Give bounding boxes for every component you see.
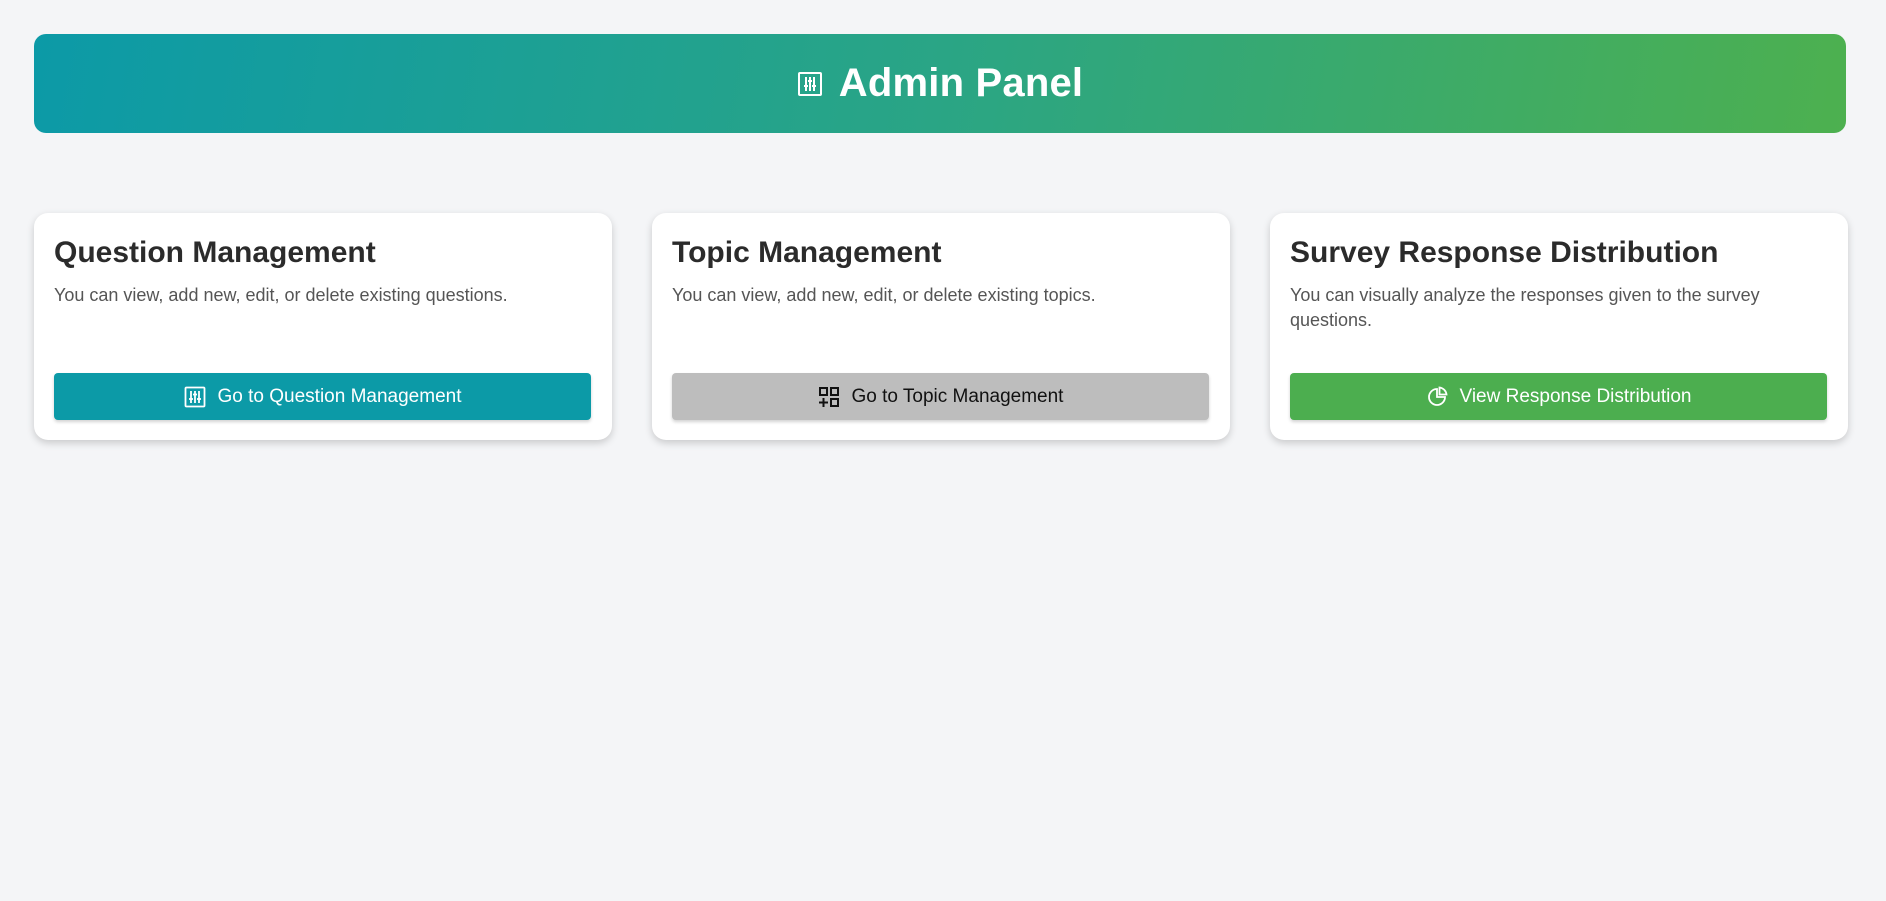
page: Admin Panel Question Management You can … bbox=[0, 0, 1886, 901]
card-description: You can view, add new, edit, or delete e… bbox=[54, 285, 508, 305]
sliders-icon bbox=[797, 71, 823, 97]
card-question-management: Question Management You can view, add ne… bbox=[34, 213, 612, 440]
page-title: Admin Panel bbox=[838, 61, 1084, 105]
card-grid: Question Management You can view, add ne… bbox=[34, 213, 1852, 440]
grid-icon bbox=[818, 386, 840, 408]
button-label: Go to Question Management bbox=[217, 385, 462, 407]
sliders-icon bbox=[184, 386, 206, 408]
card-survey-response-distribution: Survey Response Distribution You can vis… bbox=[1270, 213, 1848, 440]
view-response-distribution-button[interactable]: View Response Distribution bbox=[1290, 373, 1827, 420]
card-title: Survey Response Distribution bbox=[1290, 236, 1719, 269]
pie-chart-icon bbox=[1426, 385, 1448, 408]
card-title: Topic Management bbox=[672, 236, 942, 269]
card-title: Question Management bbox=[54, 236, 376, 269]
button-label: View Response Distribution bbox=[1459, 385, 1692, 407]
button-label: Go to Topic Management bbox=[851, 385, 1064, 407]
go-to-topic-management-button[interactable]: Go to Topic Management bbox=[672, 373, 1209, 420]
go-to-question-management-button[interactable]: Go to Question Management bbox=[54, 373, 591, 420]
card-description: You can view, add new, edit, or delete e… bbox=[672, 285, 1096, 305]
card-description: You can visually analyze the responses g… bbox=[1290, 285, 1760, 330]
page-header: Admin Panel bbox=[34, 34, 1846, 133]
card-topic-management: Topic Management You can view, add new, … bbox=[652, 213, 1230, 440]
